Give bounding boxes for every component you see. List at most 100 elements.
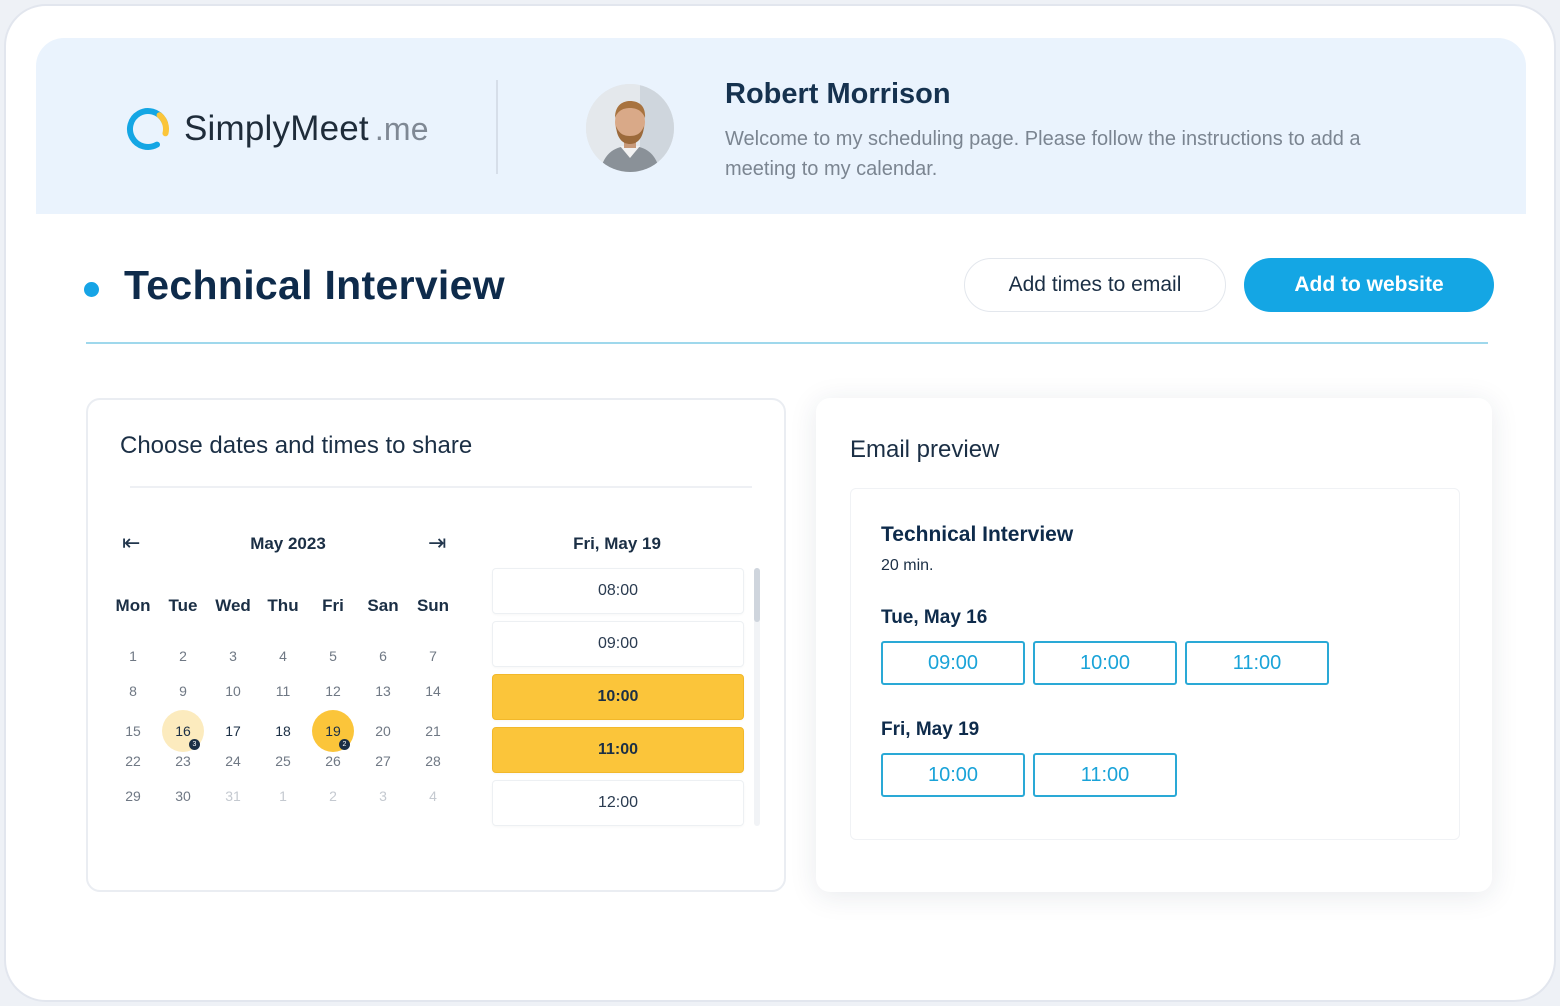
calendar-day-label: 28 (425, 752, 441, 769)
calendar-day[interactable]: 24 (208, 743, 258, 778)
weekday-label: Thu (267, 596, 299, 615)
calendar-day-number: 1 (279, 788, 287, 804)
weekday-label: Mon (115, 596, 151, 615)
calendar-day-number: 26 (325, 753, 341, 769)
calendar-day-number: 4 (279, 648, 287, 664)
email-time-button[interactable]: 10:00 (1033, 641, 1177, 685)
calendar-day-label: 2 (329, 787, 337, 804)
calendar-day-label: 5 (329, 647, 337, 664)
weekday-label: Tue (168, 596, 198, 615)
calendar-day: 1 (258, 778, 308, 813)
calendar-day-number: 29 (125, 788, 141, 804)
calendar-day-number: 14 (425, 683, 441, 699)
calendar-day[interactable]: 28 (408, 743, 458, 778)
calendar-day-number: 6 (379, 648, 387, 664)
calendar-day[interactable]: 5 (308, 638, 358, 673)
calendar-days: 1 2 3 4 5 6 7 8 9 10 11 12 13 14 15 16 3 17 18 19 2 20 21 22 23 2… (108, 638, 468, 813)
page-header: SimplyMeet .me Robert Morrison Welcome to… (36, 38, 1526, 214)
arrow-right-icon[interactable]: ⇥ (428, 530, 446, 556)
page-title: Technical Interview (124, 262, 505, 308)
calendar-day[interactable]: 2 (158, 638, 208, 673)
time-slot[interactable]: 10:00 (492, 674, 744, 720)
brand-logo[interactable]: SimplyMeet .me (124, 104, 429, 154)
calendar-day-label: 4 (429, 787, 437, 804)
calendar-day-label: 22 (125, 752, 141, 769)
calendar-day: 2 (308, 778, 358, 813)
calendar-day[interactable]: 22 (108, 743, 158, 778)
calendar-day-number: 23 (175, 753, 191, 769)
calendar-day[interactable]: 29 (108, 778, 158, 813)
calendar-day[interactable]: 25 (258, 743, 308, 778)
calendar-day-number: 9 (179, 683, 187, 699)
calendar-day[interactable]: 11 (258, 673, 308, 708)
time-slot[interactable]: 09:00 (492, 621, 744, 667)
calendar-day[interactable]: 12 (308, 673, 358, 708)
calendar-day[interactable]: 9 (158, 673, 208, 708)
calendar-day-label: 19 (325, 722, 341, 739)
calendar-day-label: 1 (279, 787, 287, 804)
title-divider (86, 342, 1488, 344)
app-frame: SimplyMeet .me Robert Morrison Welcome to… (4, 4, 1556, 1002)
calendar-day[interactable]: 30 (158, 778, 208, 813)
calendar-day-label: 25 (275, 752, 291, 769)
calendar-day-label: 11 (275, 682, 291, 699)
event-color-dot (84, 282, 99, 297)
scrollbar-thumb[interactable] (754, 568, 760, 622)
calendar-day[interactable]: 3 (208, 638, 258, 673)
add-times-email-button[interactable]: Add times to email (964, 258, 1226, 312)
calendar-day[interactable]: 23 (158, 743, 208, 778)
email-time-button[interactable]: 09:00 (881, 641, 1025, 685)
brand-name: SimplyMeet .me (184, 109, 429, 149)
calendar-day-label: 13 (375, 682, 391, 699)
calendar-day-label: 12 (325, 682, 341, 699)
calendar-day[interactable]: 14 (408, 673, 458, 708)
calendar-day[interactable]: 10 (208, 673, 258, 708)
calendar-day-label: 2 (179, 647, 187, 664)
calendar-day[interactable]: 7 (408, 638, 458, 673)
date-time-chooser-panel: Choose dates and times to share ⇤ May 20… (86, 398, 786, 892)
calendar-day-label: 29 (125, 787, 141, 804)
calendar-day-number: 20 (375, 723, 391, 739)
calendar-day-number: 1 (129, 648, 137, 664)
calendar-day-label: 31 (225, 787, 241, 804)
weekday-label: San (367, 596, 399, 615)
email-time-button[interactable]: 11:00 (1185, 641, 1329, 685)
time-slot-scrollbar[interactable] (754, 568, 760, 826)
calendar-day-number: 2 (329, 788, 337, 804)
calendar-day-label: 8 (129, 682, 137, 699)
time-slot[interactable]: 08:00 (492, 568, 744, 614)
calendar-day-label: 15 (125, 722, 141, 739)
calendar-day-label: 6 (379, 647, 387, 664)
calendar-day-number: 30 (175, 788, 191, 804)
calendar-day[interactable]: 27 (358, 743, 408, 778)
calendar-day[interactable]: 6 (358, 638, 408, 673)
calendar-day-number: 13 (375, 683, 391, 699)
chooser-title: Choose dates and times to share (120, 432, 473, 459)
calendar-day[interactable]: 8 (108, 673, 158, 708)
add-to-website-button[interactable]: Add to website (1244, 258, 1494, 312)
time-slot[interactable]: 11:00 (492, 727, 744, 773)
calendar-day-number: 8 (129, 683, 137, 699)
calendar-day[interactable]: 13 (358, 673, 408, 708)
brand-name-main: SimplyMeet (184, 109, 369, 148)
calendar-day-number: 21 (425, 723, 441, 739)
email-time-button[interactable]: 10:00 (881, 753, 1025, 797)
calendar-day-number: 3 (229, 648, 237, 664)
selected-day-label: Fri, May 19 (573, 534, 661, 553)
email-times-row: 09:00 10:00 11:00 (881, 641, 1337, 685)
calendar-day[interactable]: 26 (308, 743, 358, 778)
email-times-row: 10:00 11:00 (881, 753, 1185, 797)
email-time-button[interactable]: 11:00 (1033, 753, 1177, 797)
calendar-day-number: 22 (125, 753, 141, 769)
calendar-day-label: 1 (129, 647, 137, 664)
time-slot[interactable]: 12:00 (492, 780, 744, 826)
calendar-day-number: 12 (325, 683, 341, 699)
calendar-day-number: 27 (375, 753, 391, 769)
calendar-day[interactable]: 1 (108, 638, 158, 673)
email-date-label: Fri, May 19 (881, 719, 980, 740)
calendar-day-label: 3 (379, 787, 387, 804)
calendar-day-number: 28 (425, 753, 441, 769)
calendar-day-label: 16 (175, 722, 191, 739)
calendar-day-number: 2 (179, 648, 187, 664)
calendar-day[interactable]: 4 (258, 638, 308, 673)
